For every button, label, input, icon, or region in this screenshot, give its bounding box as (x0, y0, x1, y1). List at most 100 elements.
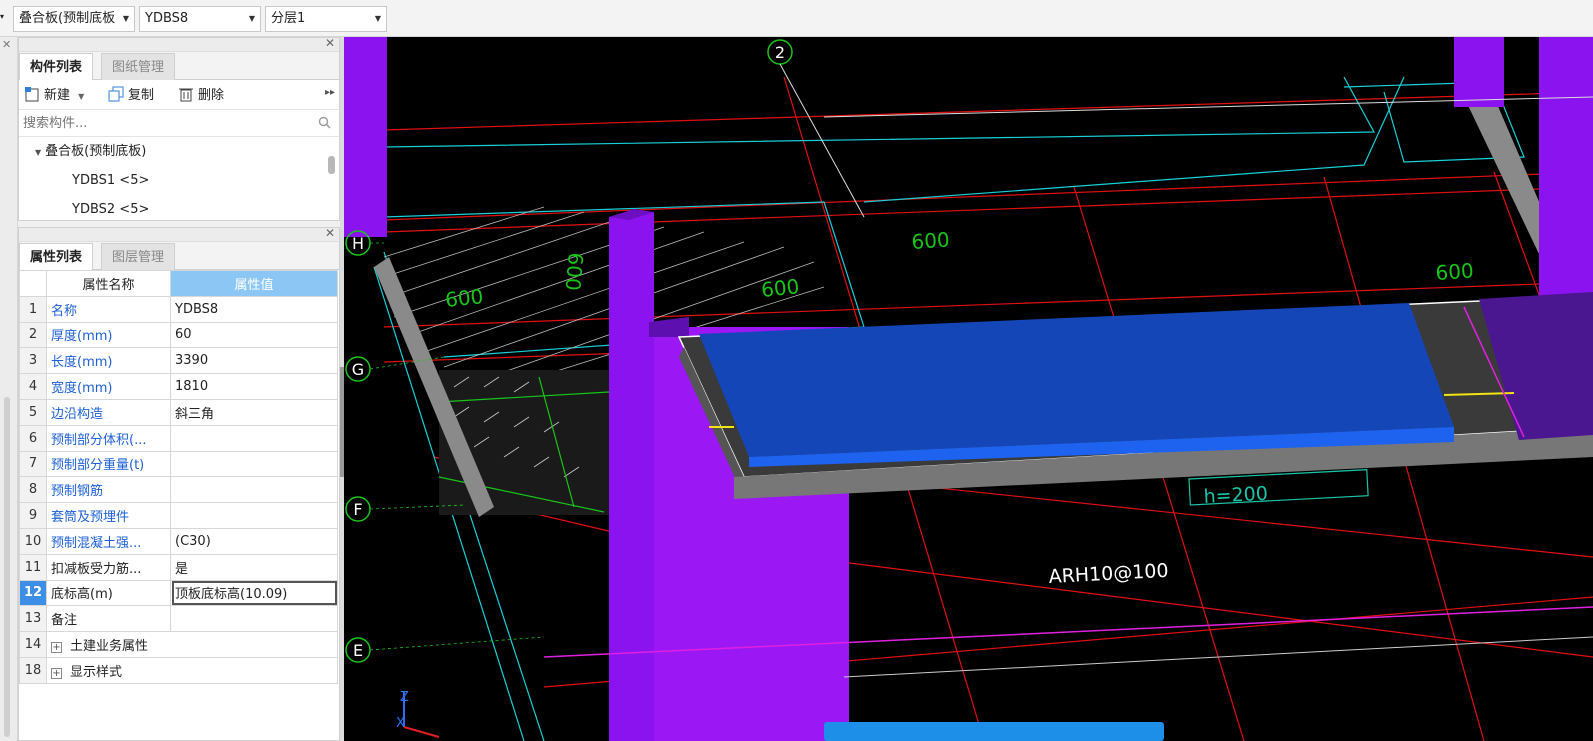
axis-bubble-2[interactable]: 2 (767, 39, 793, 65)
row-index: 14 (19, 631, 47, 658)
axis-bubble-h[interactable]: H (345, 230, 371, 256)
chevron-down-icon: ▼ (248, 14, 255, 23)
new-button[interactable]: 新建 ▼ (24, 86, 84, 106)
chevron-down-icon[interactable]: ▾ (0, 12, 4, 21)
property-value[interactable]: 60 (170, 321, 338, 349)
tab-property-list[interactable]: 属性列表 (19, 243, 94, 270)
property-row[interactable]: 11 扣减板受力筋... 是 (19, 553, 338, 581)
component-name-select[interactable]: YDBS8 ▼ (139, 6, 261, 32)
row-index: 2 (19, 321, 47, 349)
property-value[interactable]: YDBS8 (170, 295, 338, 323)
new-label: 新建 (44, 88, 71, 103)
column-2 (609, 212, 654, 741)
tree-scrollbar[interactable] (328, 156, 335, 174)
copy-label: 复制 (128, 88, 155, 103)
delete-button[interactable]: 删除 (178, 86, 224, 106)
property-value[interactable]: (C30) (170, 527, 338, 555)
tree-item[interactable]: YDBS1 <5> (19, 166, 339, 195)
layer-select[interactable]: 分层1 ▼ (265, 6, 387, 32)
svg-text:2: 2 (775, 43, 785, 62)
property-value[interactable]: 斜三角 (170, 398, 338, 426)
property-name: 宽度(mm) (46, 373, 171, 400)
chevron-down-icon: ▼ (374, 14, 381, 23)
row-index: 11 (19, 553, 47, 581)
property-row[interactable]: 3 长度(mm) 3390 (19, 347, 338, 375)
close-icon[interactable]: ✕ (325, 226, 335, 240)
property-value[interactable]: 3390 (170, 347, 338, 375)
property-row[interactable]: 14 + 土建业务属性 (19, 631, 338, 658)
axis-gizmo: Z X (396, 690, 440, 738)
property-group-label: 土建业务属性 (70, 639, 149, 655)
tree-item[interactable]: YDBS2 <5> (19, 195, 339, 224)
column-3-top (649, 317, 689, 337)
row-index: 12 (19, 579, 47, 607)
expand-icon[interactable]: + (51, 667, 62, 679)
axis-bubble-g[interactable]: G (345, 356, 371, 382)
tab-layer-management[interactable]: 图层管理 (101, 243, 176, 270)
property-value[interactable] (170, 476, 338, 504)
rebar-label: ARH10@100 (1048, 560, 1169, 588)
property-value[interactable] (170, 450, 338, 478)
column-1 (344, 37, 387, 237)
axis-bubble-e[interactable]: E (345, 637, 371, 663)
property-row[interactable]: 4 宽度(mm) 1810 (19, 373, 338, 400)
property-row[interactable]: 13 备注 (19, 605, 338, 633)
component-type-select[interactable]: 叠合板(预制底板 ▼ (13, 6, 135, 32)
copy-button[interactable]: 复制 (108, 86, 154, 106)
property-name: 扣减板受力筋... (46, 553, 171, 581)
property-row[interactable]: 18 + 显示样式 (19, 656, 338, 684)
tree-group[interactable]: ▼ 叠合板(预制底板) (19, 137, 339, 166)
chevron-down-icon: ▼ (122, 14, 129, 23)
property-name: 名称 (46, 295, 171, 323)
property-row[interactable]: 9 套筒及预埋件 (19, 502, 338, 529)
component-type-value: 叠合板(预制底板 (19, 11, 116, 26)
property-value[interactable]: 是 (170, 553, 338, 581)
model-canvas[interactable]: 2 H G F E 600 600 600 600 600 h=200 ARH1… (344, 37, 1593, 741)
property-row[interactable]: 7 预制部分重量(t) (19, 450, 338, 478)
row-index: 6 (19, 424, 47, 452)
axis-bubble-f[interactable]: F (345, 496, 371, 522)
search-input[interactable] (19, 110, 339, 136)
svg-text:Z: Z (400, 690, 409, 705)
expand-icon[interactable]: + (51, 642, 62, 654)
property-value[interactable] (170, 605, 338, 633)
property-row[interactable]: 8 预制钢筋 (19, 476, 338, 504)
more-icon[interactable]: ▸▸ (325, 87, 335, 98)
property-row[interactable]: 5 边沿构造 斜三角 (19, 398, 338, 426)
search-icon[interactable] (318, 116, 331, 129)
layer-value: 分层1 (271, 11, 306, 26)
copy-icon (108, 86, 124, 102)
property-header-row: 属性名称 属性值 (19, 270, 338, 297)
3d-viewport[interactable]: 2 H G F E 600 600 600 600 600 h=200 ARH1… (344, 37, 1593, 741)
property-value[interactable] (170, 502, 338, 529)
component-name-value: YDBS8 (145, 11, 189, 26)
property-row[interactable]: 12 底标高(m) 顶板底标高(10.09) (19, 579, 338, 607)
property-row[interactable]: 1 名称 YDBS8 (19, 295, 338, 323)
header-index (19, 270, 47, 297)
property-row[interactable]: 2 厚度(mm) 60 (19, 321, 338, 349)
svg-text:E: E (353, 641, 363, 660)
property-name: 预制部分重量(t) (46, 450, 171, 478)
panel-header: ✕ (19, 36, 339, 52)
property-value[interactable] (170, 424, 338, 452)
chevron-down-icon[interactable]: ▼ (78, 92, 84, 101)
property-name: 预制部分体积(... (46, 424, 171, 452)
property-value[interactable]: 1810 (170, 373, 338, 400)
close-icon[interactable]: ✕ (2, 38, 11, 51)
property-row[interactable]: 6 预制部分体积(... (19, 424, 338, 452)
property-value[interactable]: 顶板底标高(10.09) (170, 579, 338, 607)
row-index: 9 (19, 502, 47, 529)
component-toolbar: 新建 ▼ 复制 删除 ▸▸ (19, 80, 339, 110)
close-icon[interactable]: ✕ (325, 36, 335, 50)
tab-component-list[interactable]: 构件列表 (19, 53, 94, 80)
row-index: 1 (19, 295, 47, 323)
property-name: 套筒及预埋件 (46, 502, 171, 529)
chevron-down-icon[interactable]: ▼ (35, 148, 41, 157)
component-list-panel: ✕ 构件列表 图纸管理 新建 ▼ 复制 删除 ▸▸ ▼ 叠合板(预制底板) YDB… (18, 36, 340, 224)
property-name: 长度(mm) (46, 347, 171, 375)
tab-drawing-management[interactable]: 图纸管理 (101, 53, 176, 80)
row-index: 3 (19, 347, 47, 375)
svg-text:X: X (396, 716, 405, 731)
property-row[interactable]: 10 预制混凝土强... (C30) (19, 527, 338, 555)
left-strip-scrollbar[interactable] (4, 397, 10, 737)
